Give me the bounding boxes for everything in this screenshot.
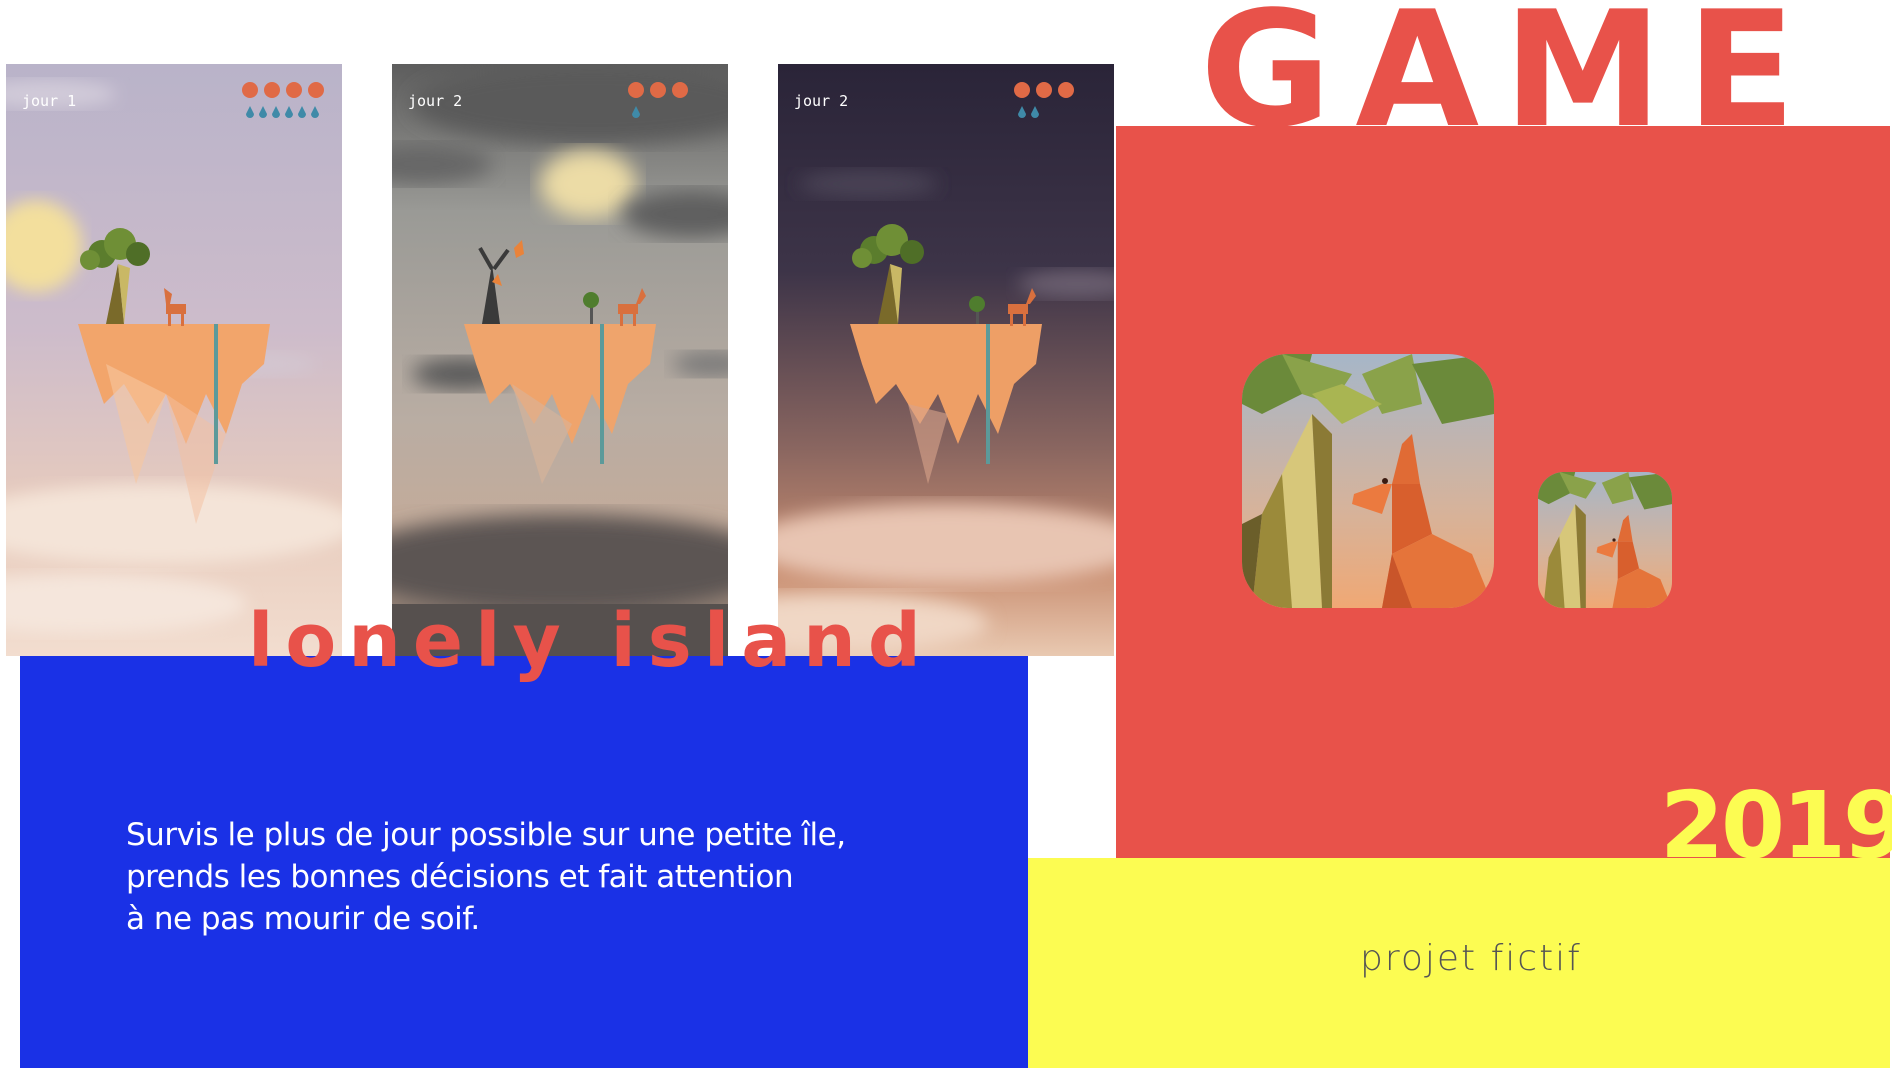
health-indicator bbox=[628, 82, 688, 98]
year: 2019 bbox=[1660, 772, 1892, 879]
health-indicator bbox=[1014, 82, 1074, 98]
app-title: lonely island bbox=[248, 598, 933, 684]
sun-icon bbox=[540, 150, 636, 218]
day-label: jour 1 bbox=[22, 92, 77, 110]
project-label: projet fictif bbox=[1360, 938, 1582, 979]
description-line: Survis le plus de jour possible sur une … bbox=[126, 817, 846, 853]
description: Survis le plus de jour possible sur une … bbox=[126, 814, 886, 940]
red-panel bbox=[1116, 126, 1890, 858]
description-line: prends les bonnes décisions et fait atte… bbox=[126, 859, 794, 895]
app-icon-large bbox=[1242, 354, 1494, 608]
app-icon-small bbox=[1538, 472, 1672, 608]
game-screenshot-day-2-storm: jour 2 bbox=[392, 64, 728, 656]
day-label: jour 2 bbox=[408, 92, 463, 110]
game-screenshot-day-1: jour 1 bbox=[6, 64, 342, 656]
game-screenshot-day-2-night: jour 2 bbox=[778, 64, 1114, 656]
game-title: GAME bbox=[1200, 0, 1820, 163]
description-line: à ne pas mourir de soif. bbox=[126, 901, 480, 937]
day-label: jour 2 bbox=[794, 92, 849, 110]
